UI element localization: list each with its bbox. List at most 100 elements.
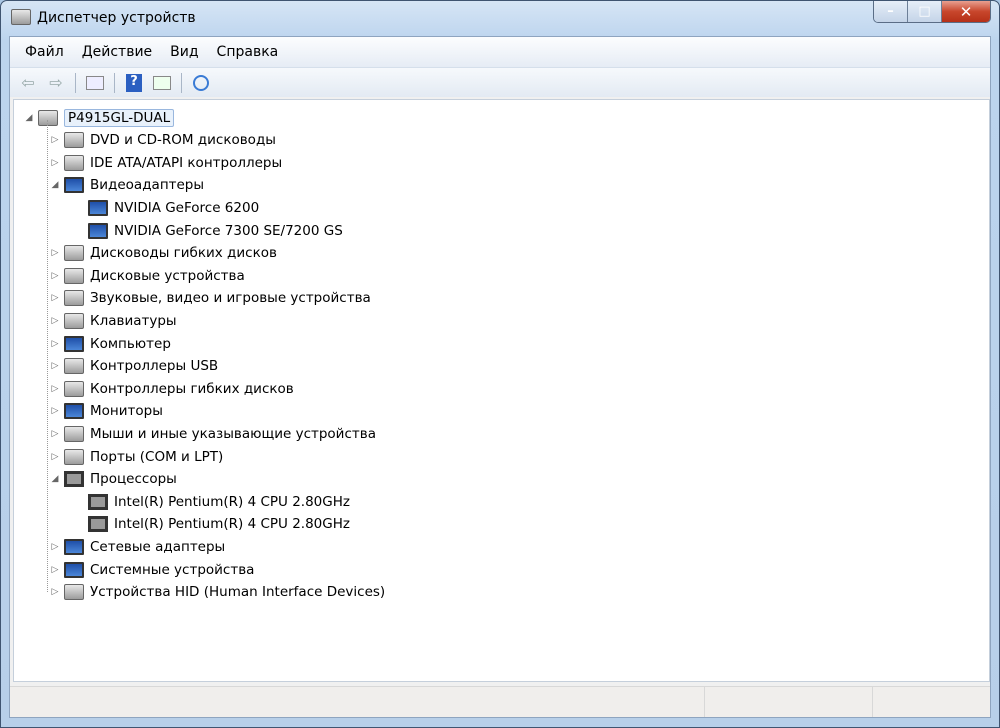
menu-bar: Файл Действие Вид Справка [10, 37, 990, 67]
close-button[interactable]: ✕ [942, 1, 990, 22]
device-category-icon [64, 335, 84, 352]
tree-item[interactable]: ◢ Процессоры [50, 469, 177, 490]
tree-item-label: Звуковые, видео и игровые устройства [90, 290, 371, 307]
status-pane-3 [873, 687, 990, 717]
device-category-icon [64, 425, 84, 442]
toolbar-separator [75, 72, 76, 93]
device-tree[interactable]: ◢ P4915GL-DUAL ▷ DVD и CD-ROM дисководы ▷ IDE… [13, 99, 990, 682]
tree-item-label: Устройства HID (Human Interface Devices) [90, 584, 386, 601]
device-manager-icon [11, 9, 31, 25]
tree-item[interactable]: ▷ Порты (COM и LPT) [50, 446, 223, 467]
collapsed-arrow-icon[interactable]: ▷ [50, 587, 60, 597]
tree-item[interactable]: ▷ Звуковые, видео и игровые устройства [50, 288, 371, 309]
tree-item[interactable]: ▷ Дисководы гибких дисков [50, 243, 277, 264]
tree-item-label: Системные устройства [90, 561, 255, 578]
collapsed-arrow-icon[interactable]: ▷ [50, 293, 60, 303]
device-category-icon [64, 132, 84, 149]
tree-child-label: Intel(R) Pentium(R) 4 CPU 2.80GHz [114, 493, 350, 510]
tree-item[interactable]: ▷ Устройства HID (Human Interface Devices… [50, 582, 385, 603]
collapsed-arrow-icon[interactable]: ▷ [50, 406, 60, 416]
device-icon [88, 493, 108, 510]
menu-file[interactable]: Файл [16, 44, 73, 60]
menu-help[interactable]: Справка [208, 44, 288, 60]
tree-item[interactable]: ▷ Клавиатуры [50, 310, 177, 331]
action-pane-icon[interactable] [150, 72, 174, 94]
collapsed-arrow-icon[interactable]: ▷ [50, 429, 60, 439]
maximize-button[interactable]: □ [908, 1, 942, 22]
collapsed-arrow-icon[interactable]: ▷ [50, 158, 60, 168]
tree-item-label: Видеоадаптеры [90, 177, 205, 194]
tree-item[interactable]: ▷ Мониторы [50, 401, 163, 422]
tree-child-label: Intel(R) Pentium(R) 4 CPU 2.80GHz [114, 516, 350, 533]
device-category-icon [64, 380, 84, 397]
tree-item[interactable]: ▷ Контроллеры гибких дисков [50, 378, 294, 399]
collapsed-arrow-icon[interactable]: ▷ [50, 248, 60, 258]
window-frame: Диспетчер устройств – □ ✕ Файл Действие … [0, 0, 1000, 728]
tree-item[interactable]: ▷ Дисковые устройства [50, 265, 245, 286]
collapsed-arrow-icon[interactable]: ▷ [50, 271, 60, 281]
tree-item[interactable]: ▷ Компьютер [50, 333, 171, 354]
tree-item-label: IDE ATA/ATAPI контроллеры [90, 154, 283, 171]
tree-item[interactable]: ▷ Мыши и иные указывающие устройства [50, 423, 376, 444]
forward-icon[interactable]: ⇨ [44, 72, 68, 94]
tree-guide-line [47, 120, 48, 592]
window-title: Диспетчер устройств [37, 10, 196, 26]
tree-child-label: NVIDIA GeForce 7300 SE/7200 GS [114, 222, 343, 239]
device-icon [88, 222, 108, 239]
collapsed-arrow-icon[interactable]: ▷ [50, 316, 60, 326]
menu-view[interactable]: Вид [161, 44, 207, 60]
tree-item-label: Клавиатуры [90, 312, 177, 329]
expanded-arrow-icon[interactable]: ◢ [50, 474, 60, 484]
collapsed-arrow-icon[interactable]: ▷ [50, 565, 60, 575]
expanded-arrow-icon[interactable]: ◢ [24, 113, 34, 123]
status-pane-2 [705, 687, 873, 717]
tree-child-item[interactable]: NVIDIA GeForce 6200 [88, 197, 259, 218]
tree-child-label: NVIDIA GeForce 6200 [114, 199, 260, 216]
tree-item-label: Контроллеры гибких дисков [90, 380, 294, 397]
tree-item[interactable]: ▷ Сетевые адаптеры [50, 536, 225, 557]
device-category-icon [64, 267, 84, 284]
menu-action[interactable]: Действие [73, 44, 161, 60]
device-category-icon [64, 154, 84, 171]
device-category-icon [64, 471, 84, 488]
expanded-arrow-icon[interactable]: ◢ [50, 180, 60, 190]
tree-item-label: Мониторы [90, 403, 163, 420]
tree-item[interactable]: ▷ DVD и CD-ROM дисководы [50, 130, 276, 151]
show-hide-console-tree-icon[interactable] [83, 72, 107, 94]
help-icon[interactable]: ? [122, 72, 146, 94]
device-category-icon [64, 448, 84, 465]
tree-item[interactable]: ▷ Системные устройства [50, 559, 254, 580]
device-category-icon [64, 177, 84, 194]
tree-child-item[interactable]: NVIDIA GeForce 7300 SE/7200 GS [88, 220, 343, 241]
collapsed-arrow-icon[interactable]: ▷ [50, 361, 60, 371]
tree-child-item[interactable]: Intel(R) Pentium(R) 4 CPU 2.80GHz [88, 514, 350, 535]
collapsed-arrow-icon[interactable]: ▷ [50, 339, 60, 349]
computer-icon [38, 109, 58, 126]
device-icon [88, 199, 108, 216]
tree-item[interactable]: ▷ Контроллеры USB [50, 356, 218, 377]
device-category-icon [64, 538, 84, 555]
tree-item-label: Сетевые адаптеры [90, 538, 226, 555]
tree-item-label: Компьютер [90, 335, 171, 352]
tree-item-label: Дисководы гибких дисков [90, 245, 277, 262]
tree-item[interactable]: ▷ IDE ATA/ATAPI контроллеры [50, 152, 282, 173]
collapsed-arrow-icon[interactable]: ▷ [50, 135, 60, 145]
collapsed-arrow-icon[interactable]: ▷ [50, 384, 60, 394]
tree-child-item[interactable]: Intel(R) Pentium(R) 4 CPU 2.80GHz [88, 491, 350, 512]
toolbar-separator [114, 72, 115, 93]
toolbar-separator [181, 72, 182, 93]
tree-item[interactable]: ◢ Видеоадаптеры [50, 175, 204, 196]
device-category-icon [64, 312, 84, 329]
back-icon[interactable]: ⇦ [16, 72, 40, 94]
minimize-button[interactable]: – [874, 1, 908, 22]
device-category-icon [64, 290, 84, 307]
tree-item-label: Мыши и иные указывающие устройства [90, 425, 376, 442]
client-area: Файл Действие Вид Справка ⇦ ⇨ ? ◢ P4915GL… [9, 36, 991, 718]
tree-item-label: DVD и CD-ROM дисководы [90, 132, 276, 149]
tree-item-label: Контроллеры USB [90, 358, 219, 375]
scan-hardware-icon[interactable] [189, 72, 213, 94]
tree-item-label: Порты (COM и LPT) [90, 448, 224, 465]
tree-item-label: Дисковые устройства [90, 267, 245, 284]
collapsed-arrow-icon[interactable]: ▷ [50, 542, 60, 552]
collapsed-arrow-icon[interactable]: ▷ [50, 452, 60, 462]
